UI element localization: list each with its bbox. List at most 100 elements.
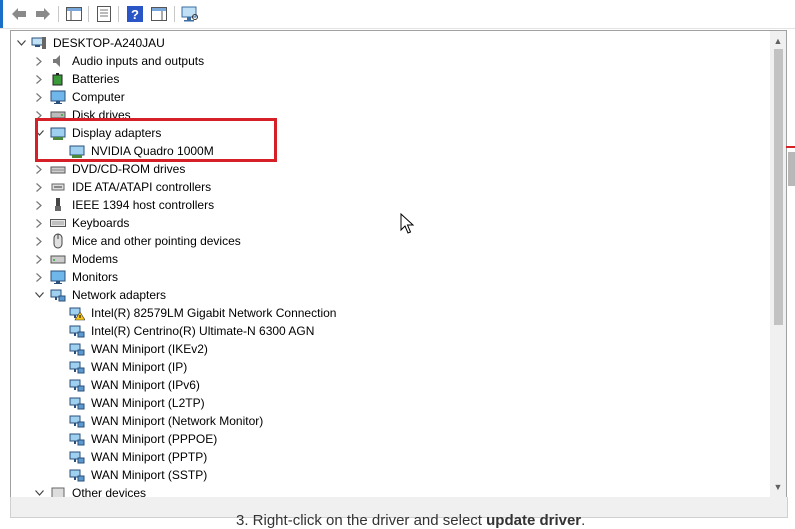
chevron-down-icon[interactable] xyxy=(15,34,27,52)
tree-category-keyboards[interactable]: Keyboards xyxy=(11,214,751,232)
tree-category-ide-ata-atapi-controllers[interactable]: IDE ATA/ATAPI controllers xyxy=(11,178,751,196)
chevron-right-icon[interactable] xyxy=(33,214,45,232)
tree-category-modems-label: Modems xyxy=(72,252,119,266)
net-icon xyxy=(69,431,85,447)
tree-category-dvd-cd-rom-drives-label: DVD/CD-ROM drives xyxy=(72,162,186,176)
forward-icon xyxy=(36,8,50,20)
tree-device-item[interactable]: Intel(R) Centrino(R) Ultimate-N 6300 AGN xyxy=(11,322,751,340)
show-hide-console-tree-button[interactable] xyxy=(65,5,83,23)
back-button[interactable] xyxy=(10,5,28,23)
tree-device-item[interactable]: WAN Miniport (IP) xyxy=(11,358,751,376)
tree-category-batteries[interactable]: Batteries xyxy=(11,70,751,88)
properties-icon xyxy=(97,6,111,22)
tree-device-item[interactable]: WAN Miniport (PPPOE) xyxy=(11,430,751,448)
netwarn-icon xyxy=(69,305,86,321)
keyboard-icon xyxy=(50,215,66,231)
chevron-right-icon[interactable] xyxy=(33,52,45,70)
caption-prefix: 3. Right-click on the driver and select xyxy=(236,512,487,529)
computer-icon xyxy=(31,35,47,51)
tree-device-item-label: WAN Miniport (L2TP) xyxy=(91,396,205,410)
tree-category-batteries-label: Batteries xyxy=(72,72,120,86)
tree-category-ieee-1394-host-controllers[interactable]: IEEE 1394 host controllers xyxy=(11,196,751,214)
tree-device-item[interactable]: WAN Miniport (Network Monitor) xyxy=(11,412,751,430)
tree-device-item-label: WAN Miniport (IKEv2) xyxy=(91,342,208,356)
toolbar-separator xyxy=(118,6,119,22)
tree-root-computer[interactable]: DESKTOP-A240JAU xyxy=(11,34,751,52)
monitor-icon xyxy=(50,89,66,105)
toolbar-separator xyxy=(58,6,59,22)
net-icon xyxy=(69,449,85,465)
tree-device-item-label: Intel(R) 82579LM Gigabit Network Connect… xyxy=(91,306,337,320)
chevron-right-icon[interactable] xyxy=(33,250,45,268)
tree-category-keyboards-label: Keyboards xyxy=(72,216,130,230)
tree-category-mice[interactable]: Mice and other pointing devices xyxy=(11,232,751,250)
modem-icon xyxy=(50,251,66,267)
tree-device-item[interactable]: WAN Miniport (IKEv2) xyxy=(11,340,751,358)
net-icon xyxy=(69,359,85,375)
chevron-right-icon[interactable] xyxy=(33,160,45,178)
properties-button[interactable] xyxy=(95,5,113,23)
tree-root-label: DESKTOP-A240JAU xyxy=(53,36,165,50)
chevron-right-icon[interactable] xyxy=(33,70,45,88)
action-pane-button[interactable] xyxy=(150,5,168,23)
tree-category-network-adapters-label: Network adapters xyxy=(72,288,167,302)
vertical-scrollbar[interactable]: ▲ ▼ xyxy=(770,31,786,497)
background-red-line xyxy=(786,146,795,148)
tree-category-audio-label: Audio inputs and outputs xyxy=(72,54,205,68)
tree-category-monitors[interactable]: Monitors xyxy=(11,268,751,286)
help-button[interactable]: ? xyxy=(126,5,144,23)
tree-category-audio[interactable]: Audio inputs and outputs xyxy=(11,52,751,70)
scan-hardware-button[interactable] xyxy=(181,5,199,23)
net-icon xyxy=(69,413,85,429)
tree-device-item[interactable]: WAN Miniport (IPv6) xyxy=(11,376,751,394)
tree-device-item[interactable]: WAN Miniport (SSTP) xyxy=(11,466,751,484)
net-icon xyxy=(50,287,66,303)
scroll-up-arrow-icon[interactable]: ▲ xyxy=(770,33,786,49)
battery-icon xyxy=(50,71,66,87)
tree-device-item-label: WAN Miniport (SSTP) xyxy=(91,468,208,482)
tree-category-modems[interactable]: Modems xyxy=(11,250,751,268)
back-icon xyxy=(12,8,26,20)
tree-device-item[interactable]: WAN Miniport (L2TP) xyxy=(11,394,751,412)
tree-category-other-devices[interactable]: Other devices xyxy=(11,484,751,497)
monitor-icon xyxy=(50,269,66,285)
scrollbar-thumb[interactable] xyxy=(774,49,783,325)
chevron-right-icon[interactable] xyxy=(33,232,45,250)
tree-category-network-adapters[interactable]: Network adapters xyxy=(11,286,751,304)
chevron-right-icon[interactable] xyxy=(33,88,45,106)
dvd-icon xyxy=(50,161,66,177)
tree-category-dvd-cd-rom-drives[interactable]: DVD/CD-ROM drives xyxy=(11,160,751,178)
other-icon xyxy=(50,485,66,497)
tree-category-ieee-1394-host-controllers-label: IEEE 1394 host controllers xyxy=(72,198,215,212)
background-gray-block xyxy=(788,152,795,186)
tree-category-computer[interactable]: Computer xyxy=(11,88,751,106)
chevron-right-icon[interactable] xyxy=(33,178,45,196)
device-manager-window: DESKTOP-A240JAU Audio inputs and outputs B… xyxy=(10,30,787,498)
show-hide-console-tree-icon xyxy=(66,7,82,21)
net-icon xyxy=(69,341,85,357)
tree-category-other-devices-label: Other devices xyxy=(72,486,147,497)
tree-category-monitors-label: Monitors xyxy=(72,270,119,284)
forward-button[interactable] xyxy=(34,5,52,23)
tree-device-item-label: WAN Miniport (IPv6) xyxy=(91,378,200,392)
net-icon xyxy=(69,395,85,411)
chevron-right-icon[interactable] xyxy=(33,196,45,214)
tree-device-item[interactable]: WAN Miniport (PPTP) xyxy=(11,448,751,466)
scroll-down-arrow-icon[interactable]: ▼ xyxy=(770,479,786,495)
toolbar-separator xyxy=(174,6,175,22)
ide-icon xyxy=(50,179,66,195)
toolbar: ? xyxy=(0,0,795,29)
tree-device-item[interactable]: Intel(R) 82579LM Gigabit Network Connect… xyxy=(11,304,751,322)
caption-suffix: . xyxy=(581,512,586,529)
chevron-down-icon[interactable] xyxy=(33,286,45,304)
chevron-right-icon[interactable] xyxy=(33,268,45,286)
audio-icon xyxy=(50,53,66,69)
caption-bold: update driver xyxy=(486,512,582,529)
instruction-caption: 3. Right-click on the driver and select … xyxy=(236,512,585,529)
net-icon xyxy=(69,377,85,393)
chevron-down-icon[interactable] xyxy=(33,484,45,497)
action-pane-icon xyxy=(151,7,167,21)
mouse-cursor-icon xyxy=(400,213,414,234)
scan-hardware-icon xyxy=(181,6,198,22)
tree-device-item-label: Intel(R) Centrino(R) Ultimate-N 6300 AGN xyxy=(91,324,315,338)
